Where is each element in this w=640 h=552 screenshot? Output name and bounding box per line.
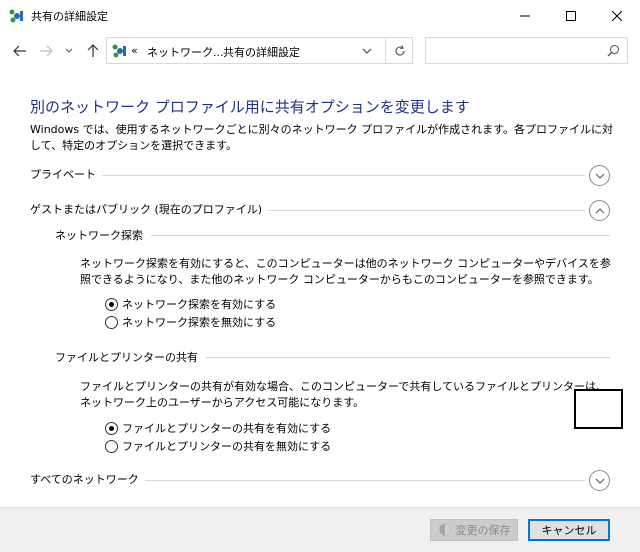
refresh-icon <box>395 44 405 56</box>
radio-checked-icon[interactable] <box>105 421 118 435</box>
forward-arrow-icon <box>40 45 53 57</box>
network-icon <box>9 9 23 23</box>
section-all-networks-label[interactable]: すべてのネットワーク <box>30 471 145 487</box>
search-icon <box>607 44 620 57</box>
radio-checked-icon[interactable] <box>105 297 118 311</box>
section-guest-public[interactable]: ゲストまたはパブリック (現在のプロファイル) <box>30 200 612 221</box>
back-arrow-icon <box>13 45 26 57</box>
page-title: 別のネットワーク プロファイル用に共有オプションを変更します <box>30 98 470 116</box>
network-discovery-description: ネットワーク探索を有効にすると、このコンピューターは他のネットワーク コンピュー… <box>80 257 611 286</box>
address-dropdown-button[interactable] <box>355 38 379 63</box>
save-changes-button[interactable]: 変更の保存 <box>430 519 518 541</box>
breadcrumb-separator-icon[interactable]: › <box>209 44 213 55</box>
forward-button[interactable] <box>36 41 56 61</box>
shield-icon <box>439 523 450 537</box>
cancel-button[interactable]: キャンセル <box>528 519 610 541</box>
address-bar[interactable]: « ネットワーク... › 共有の詳細設定 <box>106 37 413 64</box>
title-bar: 共有の詳細設定 <box>0 0 640 31</box>
minimize-button[interactable] <box>502 0 548 31</box>
file-printer-sharing-heading: ファイルとプリンターの共有 <box>55 349 206 365</box>
search-input[interactable] <box>432 43 592 58</box>
page-description: Windows では、使用するネットワークごとに別々のネットワーク プロファイル… <box>30 123 613 152</box>
footer-bar: 変更の保存 キャンセル <box>0 507 640 552</box>
radio-label[interactable]: ネットワーク探索を有効にする <box>122 296 276 312</box>
file-printer-sharing-on-radio[interactable]: ファイルとプリンターの共有を有効にする <box>105 420 331 436</box>
breadcrumb-advanced-sharing[interactable]: 共有の詳細設定 <box>223 44 300 60</box>
chevron-down-icon <box>65 48 73 53</box>
close-icon <box>612 10 622 21</box>
maximize-button[interactable] <box>548 0 594 31</box>
radio-label[interactable]: ネットワーク探索を無効にする <box>122 314 276 330</box>
close-button[interactable] <box>594 0 640 31</box>
network-icon <box>112 44 126 58</box>
radio-unchecked-icon[interactable] <box>105 315 118 329</box>
navigation-bar: « ネットワーク... › 共有の詳細設定 <box>0 31 640 71</box>
address-overflow[interactable]: « <box>131 44 138 57</box>
refresh-button[interactable] <box>385 38 413 63</box>
radio-label[interactable]: ファイルとプリンターの共有を無効にする <box>122 438 331 454</box>
section-guest-public-label[interactable]: ゲストまたはパブリック (現在のプロファイル) <box>30 201 269 217</box>
network-discovery-heading: ネットワーク探索 <box>55 227 151 243</box>
content-pane: 別のネットワーク プロファイル用に共有オプションを変更します Windows で… <box>0 71 640 507</box>
up-button[interactable] <box>83 41 103 61</box>
expand-private-button[interactable] <box>589 165 610 186</box>
chevron-up-icon <box>595 207 604 213</box>
file-printer-sharing-off-radio[interactable]: ファイルとプリンターの共有を無効にする <box>105 438 331 454</box>
section-private[interactable]: プライベート <box>30 165 612 186</box>
minimize-icon <box>520 15 530 16</box>
chevron-down-icon <box>362 48 372 54</box>
collapse-guest-public-button[interactable] <box>589 200 610 221</box>
recent-locations-button[interactable] <box>62 41 76 61</box>
highlight-box <box>574 389 623 429</box>
window-title: 共有の詳細設定 <box>31 10 108 23</box>
cancel-label[interactable]: キャンセル <box>542 522 597 538</box>
network-discovery-off-radio[interactable]: ネットワーク探索を無効にする <box>105 314 276 330</box>
section-private-label[interactable]: プライベート <box>30 166 102 182</box>
expand-all-networks-button[interactable] <box>589 470 610 491</box>
chevron-down-icon <box>595 173 604 179</box>
save-changes-label[interactable]: 変更の保存 <box>456 522 511 538</box>
section-divider <box>30 175 585 176</box>
up-arrow-icon <box>87 44 99 57</box>
radio-unchecked-icon[interactable] <box>105 439 118 453</box>
network-discovery-on-radio[interactable]: ネットワーク探索を有効にする <box>105 296 276 312</box>
chevron-down-icon <box>595 478 604 484</box>
radio-label[interactable]: ファイルとプリンターの共有を有効にする <box>122 420 331 436</box>
subsection-file-printer-sharing: ファイルとプリンターの共有 <box>55 349 610 365</box>
section-all-networks[interactable]: すべてのネットワーク <box>30 470 612 491</box>
subsection-network-discovery: ネットワーク探索 <box>55 227 610 243</box>
back-button[interactable] <box>10 41 30 61</box>
search-box[interactable] <box>425 37 628 64</box>
file-printer-sharing-description: ファイルとプリンターの共有が有効な場合、このコンピューターで共有しているファイル… <box>80 380 608 409</box>
maximize-icon <box>566 10 576 21</box>
